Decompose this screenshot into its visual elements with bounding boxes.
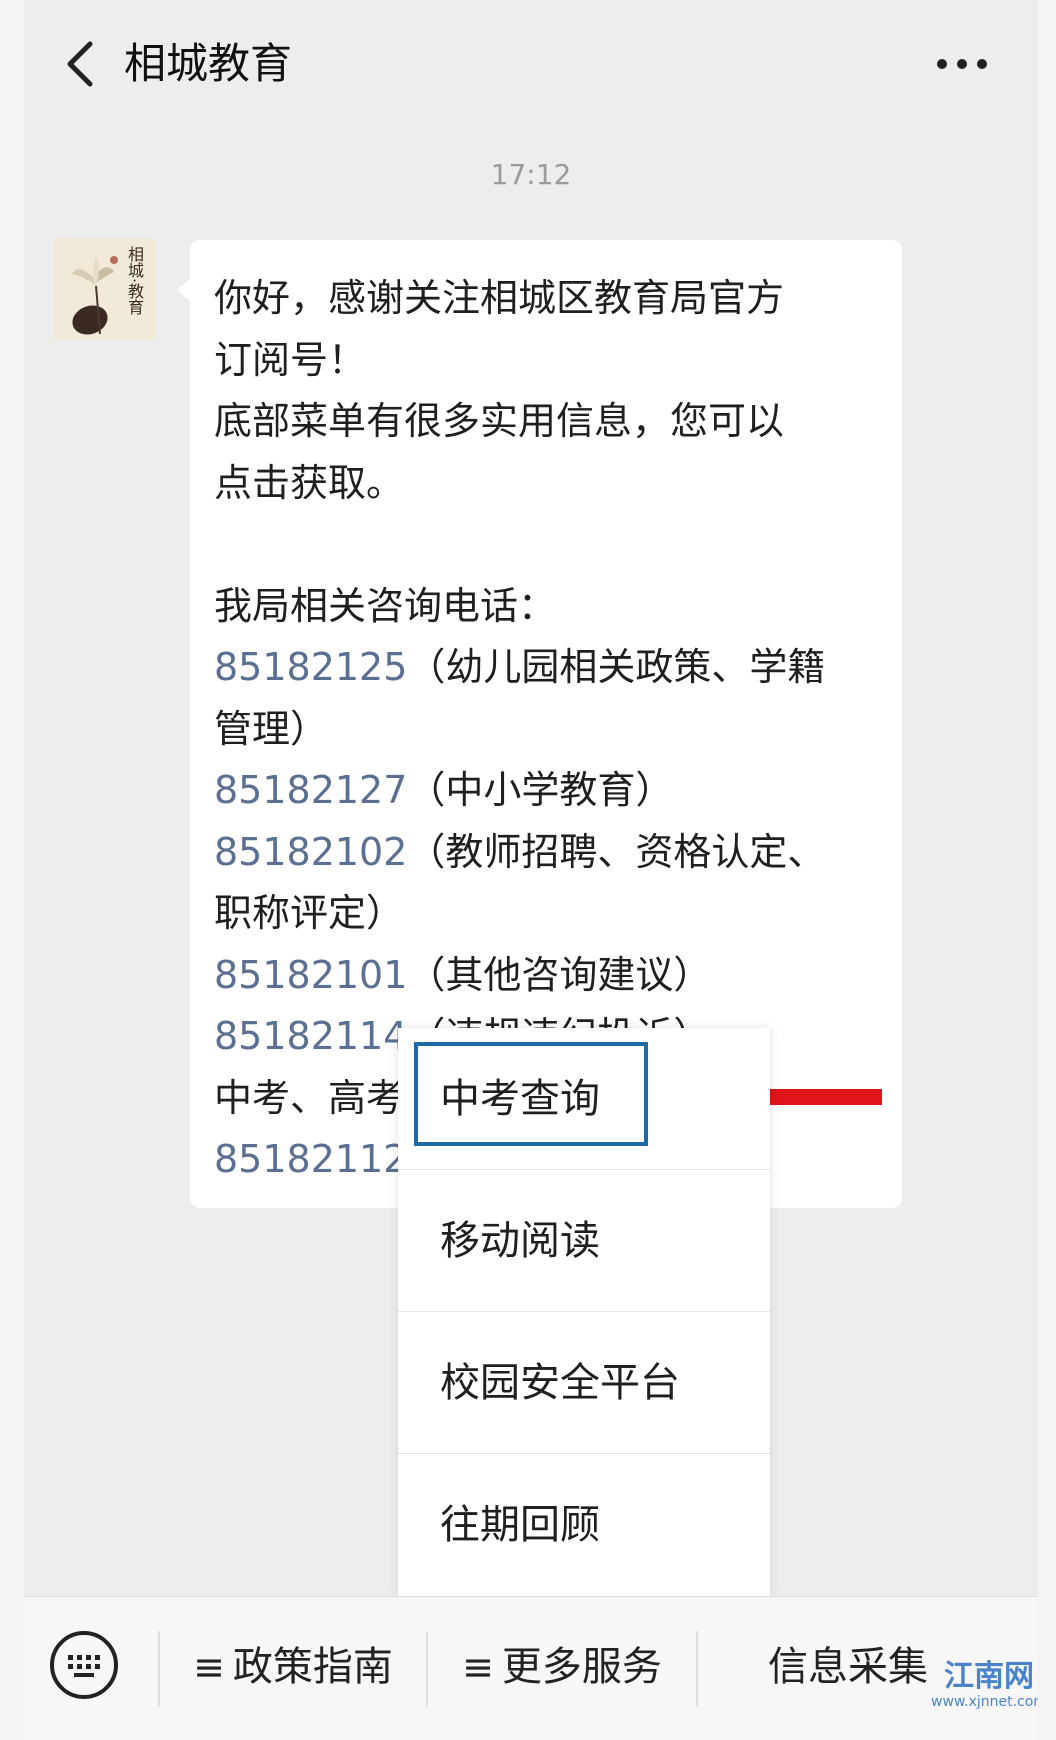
bubble-tail [177, 278, 191, 302]
avatar-logo-text: 相城·教育 [125, 246, 144, 316]
message-line: 你好，感谢关注相城区教育局官方 [214, 268, 892, 330]
menu-item-label: 移动阅读 [440, 1218, 600, 1264]
screen-edge-left [0, 0, 24, 1740]
avatar[interactable]: 相城·教育 [54, 238, 156, 340]
message-text: 中考、高考 [214, 1075, 405, 1120]
message-text: 你好，感谢关注相城区教育局官方 [214, 276, 785, 320]
screen-edge-right [1038, 0, 1056, 1740]
menu-item[interactable]: 往期回顾 [398, 1454, 770, 1596]
menu-item-label: 校园安全平台 [440, 1360, 680, 1406]
watermark-url: www.xjnnet.com [931, 1694, 1038, 1710]
message-line: 我局相关咨询电话： [214, 576, 892, 638]
message-line: 职称评定） [214, 883, 892, 945]
message-text: 底部菜单有很多实用信息，您可以 [214, 399, 785, 443]
message-line: 85182127（中小学教育） [214, 760, 892, 822]
more-options-icon[interactable] [932, 44, 992, 84]
message-line: 点击获取。 [214, 453, 892, 515]
message-timestamp: 17:12 [490, 158, 572, 191]
bottom-menu-tab[interactable]: ≡ 更多服务 [428, 1639, 696, 1695]
page-title: 相城教育 [124, 39, 293, 88]
bottom-menu-tab[interactable]: ≡ 政策指南 [160, 1639, 426, 1695]
phone-number-link[interactable]: 85182127 [214, 768, 407, 812]
phone-number-link[interactable]: 85182102 [214, 830, 407, 874]
menu-item[interactable]: 校园安全平台 [398, 1312, 770, 1454]
phone-number-link[interactable]: 85182125 [214, 645, 407, 689]
bottom-menu-tab-label: 信息采集 [768, 1644, 928, 1690]
message-text: （中小学教育） [407, 768, 674, 812]
back-arrow-icon[interactable] [52, 34, 112, 94]
message-line: 订阅号！ [214, 330, 892, 392]
phone-number-link[interactable]: 85182101 [214, 953, 407, 997]
menu-item[interactable]: 中考查询 [398, 1028, 770, 1170]
bottom-menu-tab-label: 更多服务 [501, 1644, 662, 1690]
menu-item[interactable]: 移动阅读 [398, 1170, 770, 1312]
message-line: 底部菜单有很多实用信息，您可以 [214, 391, 892, 453]
message-line: 管理） [214, 699, 892, 761]
bottom-menu-tab-label: 政策指南 [232, 1644, 393, 1690]
message-text: 管理） [214, 706, 329, 751]
header-bar: 相城教育 [24, 0, 1038, 126]
message-text: 订阅号！ [214, 337, 367, 382]
menu-item-label: 往期回顾 [440, 1502, 600, 1548]
message-line: 85182101（其他咨询建议） [214, 945, 892, 1007]
site-watermark: 江南网 www.xjnnet.com [924, 1659, 1038, 1711]
phone-number-link[interactable]: 85182114 [214, 1014, 407, 1058]
bottom-menu-bar: ≡ 政策指南 ≡ 更多服务 信息采集 [24, 1596, 1038, 1740]
message-text: （幼儿园相关政策、学籍 [407, 645, 826, 689]
menu-list-icon: ≡ [462, 1645, 494, 1689]
message-text: （教师招聘、资格认定、 [407, 829, 826, 874]
highlight-box-annotation [414, 1042, 648, 1146]
phone-number-link[interactable]: 85182112 [214, 1137, 407, 1181]
message-text: 我局相关咨询电话： [214, 583, 557, 628]
message-text: 职称评定） [214, 891, 405, 935]
watermark-logo-text: 江南网 [944, 1659, 1034, 1694]
wechat-chat-screen: 相城教育 17:12 相城·教育 你好，感谢关注相城区教育局官方 订阅号！ 底部菜单… [24, 0, 1038, 1740]
message-line: 85182102（教师招聘、资格认定、 [214, 822, 892, 884]
submenu-popup: 中考查询移动阅读校园安全平台 往期回顾 [398, 1028, 770, 1596]
menu-list-icon: ≡ [193, 1645, 225, 1689]
message-line [214, 514, 892, 576]
keyboard-icon[interactable] [48, 1629, 120, 1701]
message-text: 点击获取。 [214, 460, 405, 505]
message-text: （其他咨询建议） [407, 952, 712, 997]
message-line: 85182125（幼儿园相关政策、学籍 [214, 637, 892, 699]
